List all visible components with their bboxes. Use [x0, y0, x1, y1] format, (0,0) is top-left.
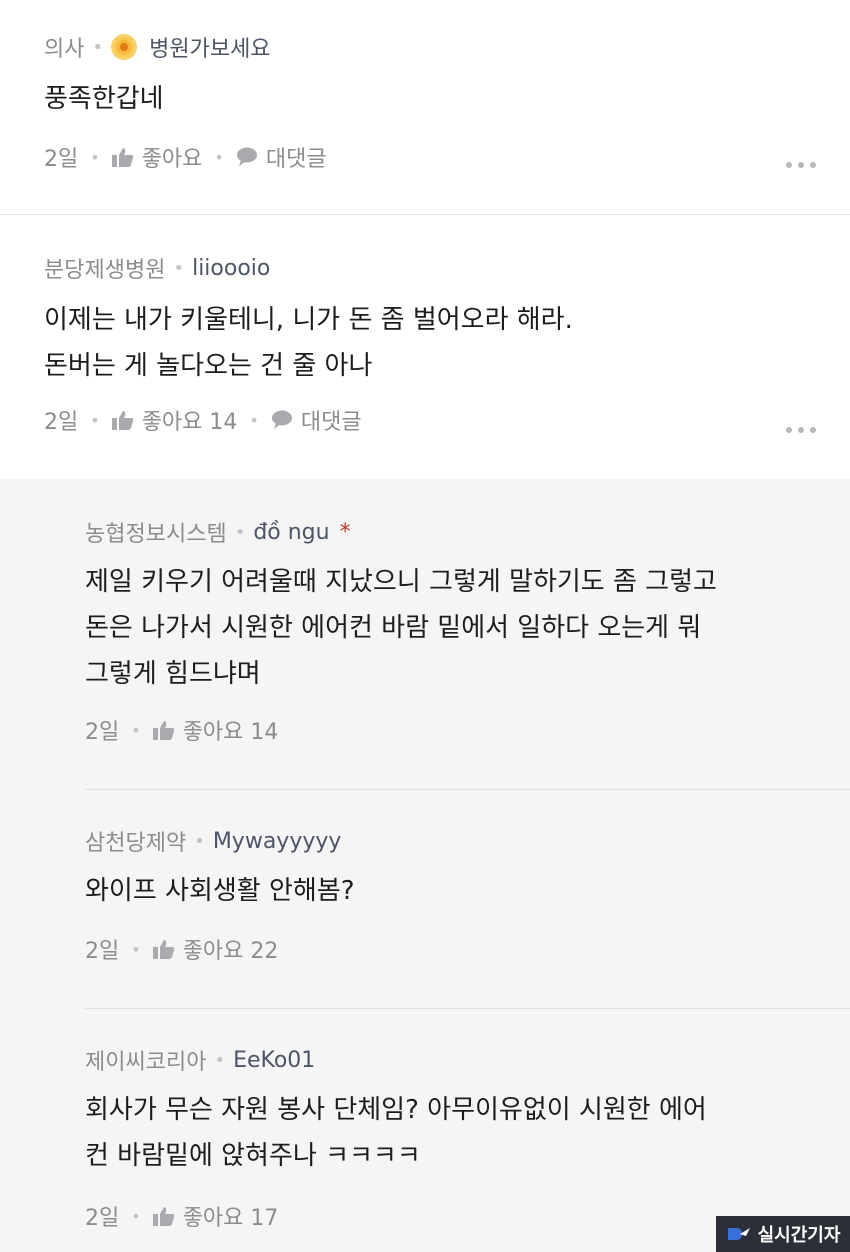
reply-2: 삼천당제약 • Mywayyyyy 와이프 사회생활 안해봄? 2일 • 좋아요… [0, 790, 850, 1008]
comment-text: 풍족한갑네 [44, 76, 164, 122]
separator-dot: • [90, 410, 100, 430]
comment-text-line: 돈버는 게 놀다오는 건 줄 아나 [44, 351, 373, 381]
thumbs-up-icon[interactable] [152, 1206, 175, 1226]
separator-dot: • [131, 720, 141, 740]
author-mark: * [339, 519, 351, 545]
separator-dot: • [173, 257, 185, 279]
reply-text-line: 돈은 나가서 시원한 에어컨 바람 밑에서 일하다 오는게 뭐 [85, 613, 702, 643]
reply-text-line: 와이프 사회생활 안해봄? [85, 876, 355, 906]
watermark: 실시간기자 [716, 1216, 850, 1252]
separator-dot: • [90, 147, 100, 167]
thumbs-up-icon[interactable] [111, 410, 134, 430]
watermark-label: 실시간기자 [757, 1225, 841, 1246]
separator-dot: • [234, 521, 246, 543]
more-dots-icon[interactable] [786, 162, 816, 168]
separator-dot: • [249, 410, 259, 430]
nickname[interactable]: liioooio [192, 256, 270, 281]
reply-time: 2일 [85, 939, 120, 964]
comment-text-line: 풍족한갑네 [44, 84, 164, 114]
reply-time: 2일 [85, 720, 120, 745]
comment-meta: 분당제생병원 • liioooio [44, 253, 270, 284]
reply-actions: 2일 • 좋아요 17 [85, 1201, 278, 1231]
reply-meta: 제이씨코리아 • EeKo01 [85, 1045, 315, 1076]
company-name: 농협정보시스템 [85, 522, 227, 547]
comment-actions: 2일 • 좋아요 14 • 대댓글 [44, 405, 362, 435]
comment-text-line: 이제는 내가 키울테니, 니가 돈 좀 벌어오라 해라. [44, 305, 573, 335]
speech-bubble-icon[interactable] [236, 147, 258, 167]
reply-1: 농협정보시스템 • đồ ngu * 제일 키우기 어려울때 지났으니 그렇게 … [0, 479, 850, 789]
separator-dot: • [92, 36, 104, 58]
reply-time: 2일 [85, 1206, 120, 1231]
like-button[interactable]: 좋아요 [142, 141, 203, 173]
company-name: 의사 [44, 37, 85, 62]
like-button[interactable]: 좋아요 17 [183, 1200, 279, 1232]
reply-actions: 2일 • 좋아요 14 [85, 715, 278, 745]
comment-2: 분당제생병원 • liioooio 이제는 내가 키울테니, 니가 돈 좀 벌어… [0, 215, 850, 479]
reply-text-line: 회사가 무슨 자원 봉사 단체임? 아무이유없이 시원한 에어 [85, 1095, 707, 1125]
like-button[interactable]: 좋아요 14 [183, 714, 279, 746]
reply-text: 와이프 사회생활 안해봄? [85, 868, 355, 914]
reply-button[interactable]: 대댓글 [266, 141, 327, 173]
separator-dot: • [131, 939, 141, 959]
reply-meta: 삼천당제약 • Mywayyyyy [85, 826, 342, 857]
like-button[interactable]: 좋아요 22 [183, 933, 279, 965]
comment-1: 의사 • 병원가보세요 풍족한갑네 2일 • 좋아요 • 대댓글 [0, 0, 850, 214]
comment-text: 이제는 내가 키울테니, 니가 돈 좀 벌어오라 해라. 돈버는 게 놀다오는 … [44, 297, 573, 389]
thumbs-up-icon[interactable] [152, 720, 175, 740]
company-name: 제이씨코리아 [85, 1050, 207, 1075]
like-button[interactable]: 좋아요 14 [142, 404, 238, 436]
reply-text: 회사가 무슨 자원 봉사 단체임? 아무이유없이 시원한 에어 컨 바람밑에 앉… [85, 1087, 707, 1179]
more-dots-icon[interactable] [786, 427, 816, 433]
nickname[interactable]: EeKo01 [233, 1048, 315, 1073]
company-name: 분당제생병원 [44, 258, 166, 283]
replies-section: 농협정보시스템 • đồ ngu * 제일 키우기 어려울때 지났으니 그렇게 … [0, 479, 850, 1252]
company-name: 삼천당제약 [85, 831, 187, 856]
speech-bubble-icon[interactable] [271, 410, 293, 430]
nickname[interactable]: 병원가보세요 [149, 31, 270, 63]
reply-text-line: 제일 키우기 어려울때 지났으니 그렇게 말하기도 좀 그렇고 [85, 567, 717, 597]
nickname[interactable]: đồ ngu [253, 520, 329, 545]
comment-time: 2일 [44, 410, 79, 435]
separator-dot: • [214, 1049, 226, 1071]
watermark-logo-icon [726, 1224, 752, 1244]
reply-text: 제일 키우기 어려울때 지났으니 그렇게 말하기도 좀 그렇고 돈은 나가서 시… [85, 559, 717, 697]
reply-meta: 농협정보시스템 • đồ ngu * [85, 517, 351, 548]
comment-time: 2일 [44, 147, 79, 172]
separator-dot: • [214, 147, 224, 167]
reply-text-line: 그렇게 힘드냐며 [85, 659, 261, 689]
thumbs-up-icon[interactable] [111, 147, 134, 167]
nickname[interactable]: Mywayyyyy [213, 829, 342, 854]
reply-text-line: 컨 바람밑에 앉혀주나 ㅋㅋㅋㅋ [85, 1141, 421, 1171]
comment-meta: 의사 • 병원가보세요 [44, 32, 271, 62]
separator-dot: • [131, 1206, 141, 1226]
reply-actions: 2일 • 좋아요 22 [85, 934, 278, 964]
separator-dot: • [194, 830, 205, 852]
reply-button[interactable]: 대댓글 [301, 404, 362, 436]
sun-badge-icon [111, 34, 138, 60]
comment-actions: 2일 • 좋아요 • 대댓글 [44, 142, 327, 172]
thumbs-up-icon[interactable] [152, 939, 175, 959]
